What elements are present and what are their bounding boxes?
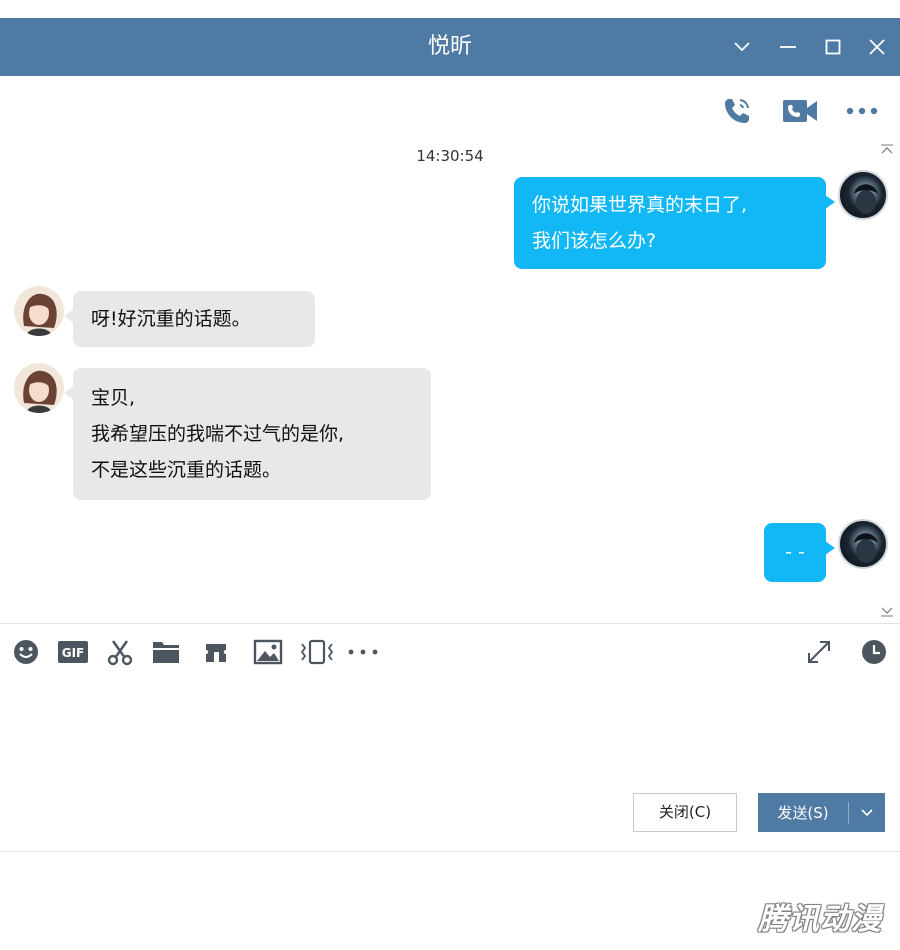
window-title: 悦昕 (427, 34, 472, 59)
expand-icon[interactable] (803, 636, 835, 668)
emoji-icon[interactable] (10, 636, 42, 668)
more-icon[interactable] (842, 92, 882, 130)
message-bubble[interactable]: 你说如果世界真的末日了, 我们该怎么办? (514, 177, 835, 269)
chevron-down-icon[interactable] (727, 32, 757, 62)
message-text: 你说如果世界真的末日了, (532, 194, 748, 216)
close-icon[interactable] (862, 32, 892, 62)
shake-icon[interactable] (299, 636, 335, 668)
message-text: 呀!好沉重的话题。 (91, 308, 251, 330)
folder-icon[interactable] (150, 636, 182, 668)
message-input[interactable] (0, 676, 900, 786)
close-button[interactable]: 关闭(C) (633, 793, 737, 832)
send-button[interactable]: 发送(S) (758, 793, 885, 832)
gif-icon[interactable]: GIF (56, 636, 90, 668)
phone-icon[interactable] (717, 92, 757, 130)
title-bar: 悦昕 (0, 18, 900, 76)
image-icon[interactable] (252, 636, 284, 668)
avatar[interactable] (838, 519, 888, 569)
message-bubble[interactable]: - - (764, 523, 835, 582)
history-icon[interactable] (858, 636, 890, 668)
watermark-logo: 腾讯动漫 (758, 902, 882, 937)
send-button-label: 发送(S) (777, 804, 829, 822)
message-text: 我希望压的我喘不过气的是你, (91, 423, 345, 445)
message-text: 我们该怎么办? (532, 230, 657, 252)
bottom-divider (0, 851, 900, 852)
scissors-icon[interactable] (104, 636, 136, 668)
ticket-icon[interactable] (200, 636, 232, 668)
maximize-icon[interactable] (818, 32, 848, 62)
message-bubble[interactable]: 呀!好沉重的话题。 (64, 291, 315, 347)
avatar[interactable] (14, 286, 64, 336)
message-text: 不是这些沉重的话题。 (91, 459, 282, 481)
message-bubble[interactable]: 宝贝, 我希望压的我喘不过气的是你, 不是这些沉重的话题。 (64, 368, 431, 500)
avatar[interactable] (838, 170, 888, 220)
message-timestamp: 14:30:54 (416, 147, 484, 165)
svg-text:GIF: GIF (62, 646, 85, 660)
minimize-icon[interactable] (773, 32, 803, 62)
more-icon[interactable] (346, 636, 380, 668)
divider (0, 623, 900, 624)
message-text: - - (785, 541, 805, 563)
message-text: 宝贝, (91, 387, 136, 409)
avatar[interactable] (14, 363, 64, 413)
video-call-icon[interactable] (780, 92, 820, 130)
scroll-down-arrow[interactable] (880, 603, 894, 617)
chevron-down-icon[interactable] (849, 808, 885, 818)
